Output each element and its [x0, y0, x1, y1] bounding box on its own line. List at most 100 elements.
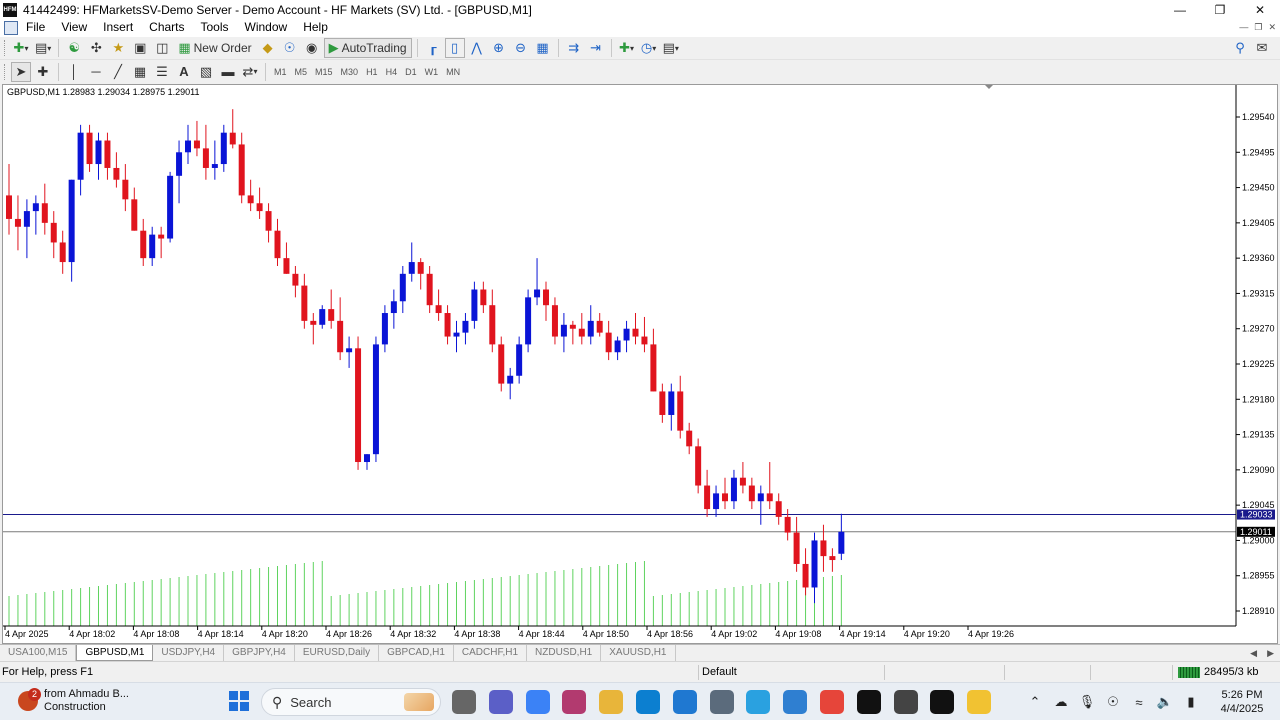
timeframe-mn[interactable]: MN [442, 62, 464, 82]
maximize-button[interactable]: ❐ [1200, 0, 1240, 20]
menu-window[interactable]: Window [237, 18, 296, 37]
templates-button[interactable]: ▤ ▾ [661, 38, 681, 58]
vps-button[interactable]: ◉ [302, 38, 322, 58]
taskbar-app-tradingview-icon[interactable] [856, 690, 881, 714]
taskbar-app-teams-icon[interactable] [488, 690, 513, 714]
taskbar-app-drive-icon[interactable] [967, 690, 992, 714]
cursor-tool[interactable]: ➤ [11, 61, 31, 82]
tile-windows-button[interactable]: ▦ [533, 38, 553, 58]
market-watch-button[interactable]: ☯ [64, 38, 84, 58]
taskbar-app-telegram-icon[interactable] [746, 690, 771, 714]
tab-eurusd-daily[interactable]: EURUSD,Daily [295, 645, 380, 661]
zoom-in-button[interactable]: ⊕ [489, 38, 509, 58]
trendline-tool[interactable]: ╱ [108, 62, 128, 82]
battery-icon[interactable]: ▮ [1178, 694, 1204, 710]
tab-gbpusd-m1[interactable]: GBPUSD,M1 [76, 645, 154, 661]
navigator-button[interactable]: ★ [108, 38, 128, 58]
taskbar-app-store-icon[interactable] [672, 690, 697, 714]
timeframe-m5[interactable]: M5 [291, 62, 312, 82]
timeframe-h1[interactable]: H1 [362, 62, 382, 82]
search-button[interactable]: ⚲ [1230, 38, 1250, 58]
chart-window[interactable]: 1.29540 1.29495 1.29450 1.29405 1.29360 1.293… [2, 84, 1278, 644]
mdi-close-icon[interactable]: ✕ [1268, 22, 1276, 33]
minimize-button[interactable]: — [1160, 0, 1200, 20]
connection-status[interactable]: 28495/3 kb [1178, 666, 1258, 678]
timeframe-d1[interactable]: D1 [401, 62, 421, 82]
text-tool[interactable]: A [174, 62, 194, 82]
rectangle-label-tool[interactable]: ▬ [218, 62, 238, 82]
chat-button[interactable]: ✉ [1252, 38, 1272, 58]
menu-help[interactable]: Help [295, 18, 336, 37]
taskbar-app-calculator-icon[interactable] [709, 690, 734, 714]
timeframe-m15[interactable]: M15 [311, 62, 337, 82]
menu-insert[interactable]: Insert [95, 18, 141, 37]
widgets-button[interactable]: 2 from Ahmadu B... Construction [18, 688, 129, 714]
taskbar-app-explorer-icon[interactable] [599, 690, 624, 714]
timeframe-h4[interactable]: H4 [382, 62, 402, 82]
tab-cadchf-h1[interactable]: CADCHF,H1 [454, 645, 528, 661]
microphone-icon[interactable]: 🎙 [1074, 694, 1100, 710]
clock[interactable]: 5:26 PM 4/4/2025 [1204, 688, 1280, 716]
tab-scroll-left-icon[interactable]: ◀ [1250, 648, 1257, 659]
profiles-button[interactable]: ▤ ▾ [33, 38, 53, 58]
taskbar-search[interactable]: ⚲ Search [261, 688, 441, 716]
document-icon[interactable] [4, 20, 18, 35]
mdi-minimize-icon[interactable]: — [1239, 22, 1248, 33]
taskbar-app-snipping-icon[interactable] [562, 690, 587, 714]
show-hidden-icons-icon[interactable]: ⌃ [1022, 694, 1048, 710]
vertical-line-tool[interactable]: │ [64, 62, 84, 82]
candlestick-button[interactable]: ▯ [444, 38, 465, 58]
timeframe-w1[interactable]: W1 [421, 62, 443, 82]
taskbar-app-chrome-icon[interactable] [820, 690, 844, 714]
taskbar-app-copilot-icon[interactable] [525, 690, 550, 714]
crosshair-data-icon: ✣ [90, 40, 102, 55]
mdi-restore-icon[interactable]: ❐ [1254, 22, 1262, 33]
metaeditor-button[interactable]: ◆ [258, 38, 278, 58]
tab-xauusd-h1[interactable]: XAUUSD,H1 [601, 645, 676, 661]
new-chart-button[interactable]: ✚ ▾ [11, 38, 31, 58]
new-order-button[interactable]: ▦ New Order [174, 38, 255, 58]
chart-shift-button[interactable]: ⇥ [586, 38, 606, 58]
tab-nzdusd-h1[interactable]: NZDUSD,H1 [527, 645, 602, 661]
strategy-tester-button[interactable]: ◫ [152, 38, 172, 58]
zoom-out-button[interactable]: ⊖ [511, 38, 531, 58]
taskbar-app-hfm-icon[interactable] [930, 690, 955, 714]
indicators-button[interactable]: ✚ ▾ [617, 38, 637, 58]
terminal-button[interactable]: ▣ [130, 38, 150, 58]
taskbar-app-task-view-icon[interactable] [452, 690, 476, 714]
security-icon[interactable]: ☉ [1100, 694, 1126, 710]
menu-view[interactable]: View [53, 18, 95, 37]
tab-usdjpy-h4[interactable]: USDJPY,H4 [153, 645, 225, 661]
close-button[interactable]: ✕ [1240, 0, 1280, 20]
fibonacci-tool[interactable]: ☰ [152, 62, 172, 82]
taskbar-app-obs-icon[interactable] [893, 690, 918, 714]
volume-icon[interactable]: 🔈 [1152, 694, 1178, 710]
periods-button[interactable]: ◷ ▾ [639, 38, 659, 58]
tab-gbpjpy-h4[interactable]: GBPJPY,H4 [224, 645, 295, 661]
onedrive-icon[interactable]: ☁ [1048, 694, 1074, 710]
price-chart[interactable]: 1.29540 1.29495 1.29450 1.29405 1.29360 1.293… [3, 85, 1277, 643]
taskbar-app-edge-icon[interactable] [636, 690, 660, 714]
tab-usa100-m15[interactable]: USA100,M15 [0, 645, 77, 661]
text-label-tool[interactable]: ▧ [196, 62, 216, 82]
start-button[interactable] [229, 691, 249, 711]
menu-charts[interactable]: Charts [141, 18, 192, 37]
data-window-button[interactable]: ✣ [86, 38, 106, 58]
signals-button[interactable]: ☉ [280, 38, 300, 58]
tab-scroll-right-icon[interactable]: ▶ [1267, 648, 1274, 659]
timeframe-m30[interactable]: M30 [337, 62, 363, 82]
autoscroll-button[interactable]: ⇉ [564, 38, 584, 58]
channel-tool[interactable]: ▦ [130, 62, 150, 82]
line-chart-button[interactable]: ⋀ [467, 38, 487, 58]
autotrading-button[interactable]: ▶ AutoTrading [323, 38, 412, 58]
menu-file[interactable]: File [18, 18, 53, 37]
arrows-tool[interactable]: ⇄ ▾ [240, 62, 260, 82]
timeframe-m1[interactable]: M1 [270, 62, 291, 82]
wifi-icon[interactable]: ≈ [1126, 695, 1152, 710]
tab-gbpcad-h1[interactable]: GBPCAD,H1 [379, 645, 454, 661]
taskbar-app-notepad-icon[interactable] [783, 690, 808, 714]
menu-tools[interactable]: Tools [193, 18, 237, 37]
horizontal-line-tool[interactable]: ─ [86, 62, 106, 82]
crosshair-tool[interactable]: ✚ [33, 62, 53, 82]
bar-chart-button[interactable]: ┎ [423, 38, 443, 58]
